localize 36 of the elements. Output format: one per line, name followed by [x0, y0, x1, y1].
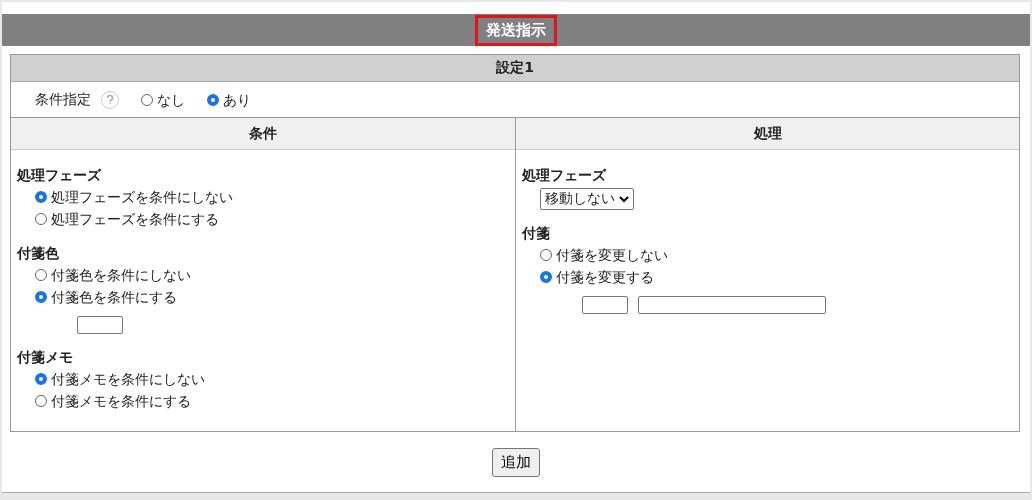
page-title: 発送指示 [475, 14, 557, 46]
radio-button[interactable] [35, 191, 47, 203]
group-title: 付箋 [522, 224, 551, 243]
radio-label: 処理フェーズを条件にしない [51, 188, 233, 207]
radio-button[interactable] [141, 93, 153, 106]
group-title: 処理フェーズ [17, 166, 103, 185]
radio-button[interactable] [207, 93, 219, 106]
radio-button[interactable] [35, 373, 47, 385]
radio-button[interactable] [35, 269, 47, 281]
radio-label: 付箋色を条件にしない [51, 266, 191, 285]
add-button[interactable]: 追加 [492, 447, 540, 477]
radio-label: 処理フェーズを条件にする [51, 210, 219, 229]
radio-label: あり [223, 90, 251, 110]
group-title: 処理フェーズ [522, 166, 608, 185]
section-title: 設定1 [496, 59, 534, 77]
condition-label: 条件指定 [35, 90, 91, 109]
radio-button[interactable] [540, 249, 552, 261]
radio-button[interactable] [35, 291, 47, 303]
text-field[interactable] [77, 316, 123, 334]
group-title: 付箋メモ [17, 348, 74, 367]
radio-button[interactable] [540, 271, 552, 283]
chevron-icon [619, 195, 629, 203]
group-title: 付箋色 [17, 244, 60, 263]
phase-dropdown[interactable]: 移動しない [540, 188, 634, 210]
column-title: 条件 [249, 124, 277, 143]
column-title: 処理 [753, 124, 782, 143]
radio-label: 付箋を変更する [556, 268, 654, 287]
text-field[interactable] [582, 296, 628, 314]
radio-button[interactable] [35, 213, 47, 225]
radio-label: 付箋メモを条件にする [51, 392, 191, 411]
radio-label: 付箋メモを条件にしない [51, 370, 205, 389]
radio-label: なし [157, 90, 185, 110]
radio-label: 付箋色を条件にする [51, 288, 177, 307]
radio-label: 付箋を変更しない [556, 246, 668, 265]
radio-button[interactable] [35, 395, 47, 407]
text-field[interactable] [638, 296, 826, 314]
